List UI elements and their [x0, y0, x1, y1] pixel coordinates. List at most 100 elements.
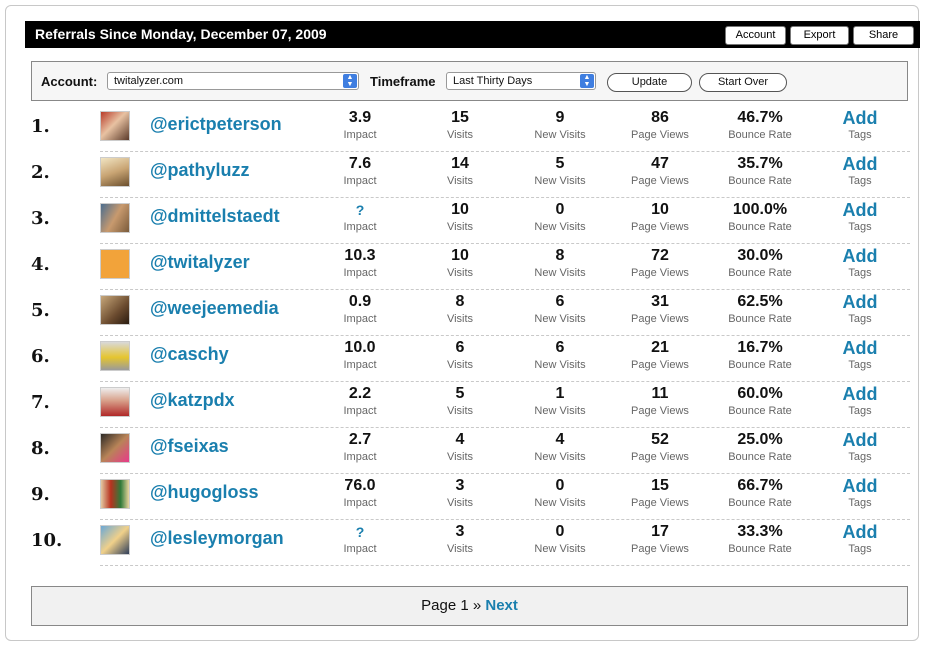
add-tags-link[interactable]: Add — [830, 244, 890, 266]
visits-cell: 10 Visits — [415, 244, 505, 280]
bounce-rate-cell: 33.3% Bounce Rate — [715, 520, 805, 556]
add-tags-link[interactable]: Add — [830, 290, 890, 312]
add-tags-link[interactable]: Add — [830, 382, 890, 404]
user-handle-link[interactable]: @hugogloss — [150, 482, 259, 503]
page-views-cell: 52 Page Views — [615, 428, 705, 464]
add-tags-link[interactable]: Add — [830, 474, 890, 496]
new-visits-cell: 6 New Visits — [515, 336, 605, 372]
page-views-value: 47 — [651, 155, 669, 172]
avatar[interactable] — [100, 249, 130, 279]
tags-label: Tags — [848, 313, 872, 325]
avatar[interactable] — [100, 157, 130, 187]
rank-number: 8. — [31, 438, 50, 459]
add-tags-link[interactable]: Add — [830, 106, 890, 128]
impact-label: Impact — [343, 359, 377, 371]
impact-label: Impact — [343, 405, 377, 417]
add-tags-link[interactable]: Add — [830, 336, 890, 358]
timeframe-select[interactable]: Last Thirty Days ▲ ▼ — [446, 72, 596, 90]
add-tags-link[interactable]: Add — [830, 198, 890, 220]
impact-cell: 10.3 Impact — [315, 244, 405, 280]
user-handle-link[interactable]: @pathyluzz — [150, 160, 250, 181]
rank-number: 7. — [31, 392, 50, 413]
user-handle-link[interactable]: @weejeemedia — [150, 298, 279, 319]
avatar[interactable] — [100, 341, 130, 371]
new-visits-cell: 0 New Visits — [515, 520, 605, 556]
impact-cell: ? Impact — [315, 520, 405, 556]
row-divider — [100, 565, 910, 566]
page-views-value: 10 — [651, 201, 669, 218]
page-views-label: Page Views — [631, 175, 689, 187]
visits-value: 8 — [455, 293, 465, 310]
user-handle-link[interactable]: @twitalyzer — [150, 252, 250, 273]
avatar[interactable] — [100, 295, 130, 325]
bounce-rate-label: Bounce Rate — [728, 543, 792, 555]
impact-value: 7.6 — [348, 155, 372, 172]
table-row: 2. @pathyluzz 7.6 Impact 14 Visits 5 New Visits… — [25, 152, 910, 198]
avatar[interactable] — [100, 433, 130, 463]
next-page-link[interactable]: Next — [485, 597, 518, 614]
page-views-label: Page Views — [631, 497, 689, 509]
export-button[interactable]: Export — [790, 26, 849, 45]
avatar[interactable] — [100, 111, 130, 141]
share-button[interactable]: Share — [853, 26, 914, 45]
account-button[interactable]: Account — [725, 26, 786, 45]
rank-number: 1. — [31, 116, 50, 137]
add-tags-link[interactable]: Add — [830, 428, 890, 450]
impact-label: Impact — [343, 175, 377, 187]
tags-label: Tags — [848, 129, 872, 141]
page-views-cell: 17 Page Views — [615, 520, 705, 556]
visits-label: Visits — [446, 267, 474, 279]
user-handle-link[interactable]: @katzpdx — [150, 390, 235, 411]
avatar[interactable] — [100, 203, 130, 233]
tags-label: Tags — [848, 221, 872, 233]
new-visits-value: 6 — [555, 293, 565, 310]
page-views-value: 15 — [651, 477, 669, 494]
bounce-rate-cell: 16.7% Bounce Rate — [715, 336, 805, 372]
user-handle-link[interactable]: @erictpeterson — [150, 114, 282, 135]
account-select[interactable]: twitalyzer.com ▲ ▼ — [107, 72, 359, 90]
start-over-button[interactable]: Start Over — [699, 73, 787, 92]
bounce-rate-value: 16.7% — [737, 339, 783, 356]
tags-cell: Add Tags — [830, 428, 890, 464]
tags-cell: Add Tags — [830, 290, 890, 326]
avatar[interactable] — [100, 479, 130, 509]
visits-label: Visits — [446, 359, 474, 371]
add-tags-link[interactable]: Add — [830, 520, 890, 542]
new-visits-cell: 0 New Visits — [515, 198, 605, 234]
page-views-cell: 10 Page Views — [615, 198, 705, 234]
bounce-rate-cell: 60.0% Bounce Rate — [715, 382, 805, 418]
add-tags-link[interactable]: Add — [830, 152, 890, 174]
filter-panel: Account: twitalyzer.com ▲ ▼ Timeframe Las… — [31, 61, 908, 101]
new-visits-value: 0 — [555, 523, 565, 540]
new-visits-value: 0 — [555, 201, 565, 218]
page-views-label: Page Views — [631, 543, 689, 555]
user-handle-link[interactable]: @fseixas — [150, 436, 229, 457]
impact-cell: ? Impact — [315, 198, 405, 234]
bounce-rate-cell: 25.0% Bounce Rate — [715, 428, 805, 464]
page-views-cell: 86 Page Views — [615, 106, 705, 142]
new-visits-label: New Visits — [534, 175, 586, 187]
page-views-label: Page Views — [631, 405, 689, 417]
rank-number: 2. — [31, 162, 50, 183]
avatar[interactable] — [100, 525, 130, 555]
rank-number: 9. — [31, 484, 50, 505]
page-views-label: Page Views — [631, 221, 689, 233]
user-handle-link[interactable]: @lesleymorgan — [150, 528, 284, 549]
impact-cell: 2.2 Impact — [315, 382, 405, 418]
impact-value[interactable]: ? — [315, 198, 405, 220]
select-arrows-icon: ▲ ▼ — [580, 74, 594, 88]
user-handle-link[interactable]: @caschy — [150, 344, 229, 365]
new-visits-label: New Visits — [534, 451, 586, 463]
bounce-rate-label: Bounce Rate — [728, 267, 792, 279]
update-button[interactable]: Update — [607, 73, 692, 92]
table-row: 6. @caschy 10.0 Impact 6 Visits 6 New Visits 21 P… — [25, 336, 910, 382]
bounce-rate-cell: 66.7% Bounce Rate — [715, 474, 805, 510]
avatar[interactable] — [100, 387, 130, 417]
user-handle-link[interactable]: @dmittelstaedt — [150, 206, 280, 227]
tags-label: Tags — [848, 175, 872, 187]
bounce-rate-label: Bounce Rate — [728, 221, 792, 233]
impact-value[interactable]: ? — [315, 520, 405, 542]
page-views-cell: 31 Page Views — [615, 290, 705, 326]
tags-cell: Add Tags — [830, 474, 890, 510]
visits-label: Visits — [446, 497, 474, 509]
